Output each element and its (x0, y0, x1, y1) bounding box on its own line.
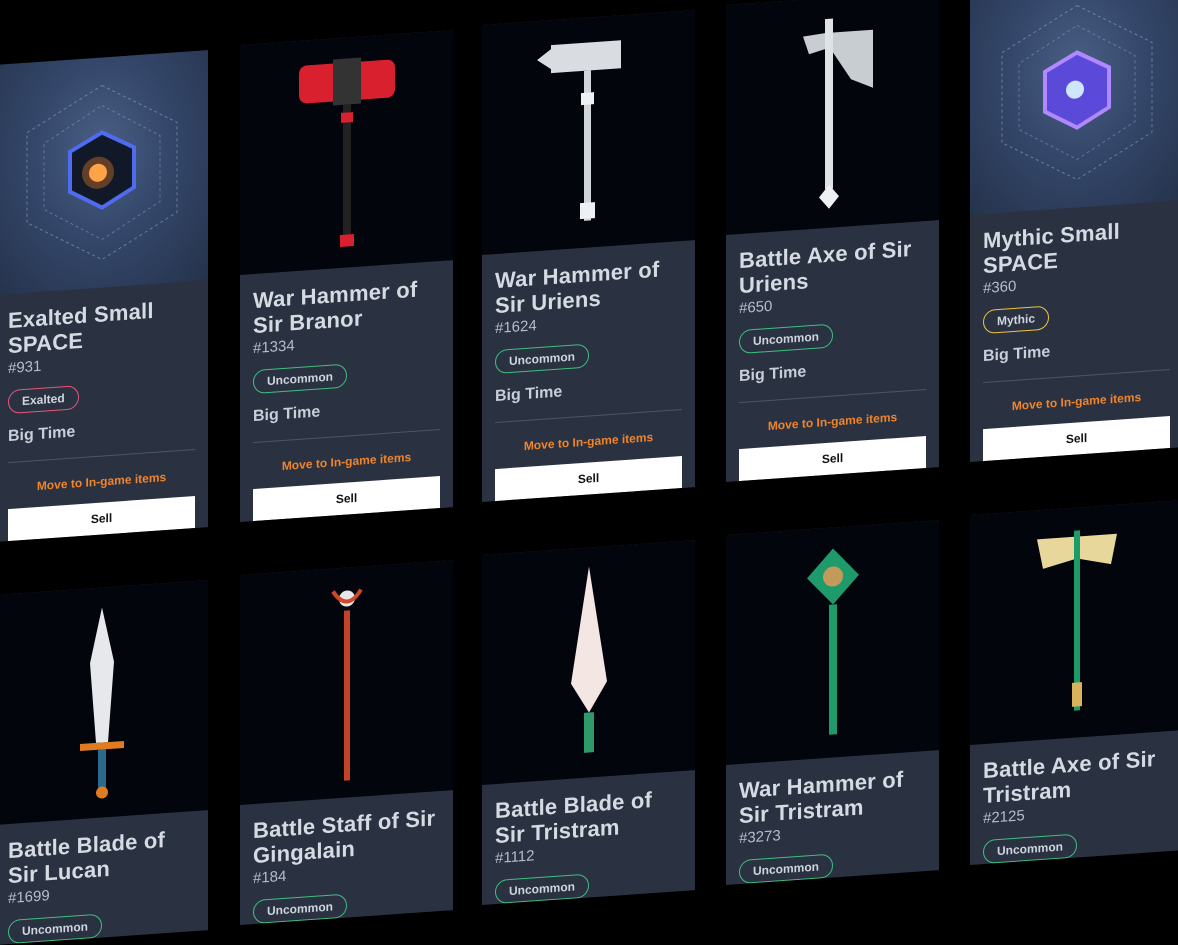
rarity-badge: Uncommon (8, 913, 102, 945)
game-name: Big Time (253, 403, 321, 426)
game-name: Big Time (739, 363, 807, 386)
move-to-in-game-link[interactable]: Move to In-game items (8, 468, 195, 495)
rarity-badge: Uncommon (253, 893, 347, 925)
inventory-grid: Exalted Small SPACE #931 Exalted Big Tim… (0, 0, 1178, 945)
item-art (726, 520, 939, 765)
white-blade-icon (570, 566, 607, 753)
divider (983, 369, 1170, 384)
space-cube-purple-icon (1001, 4, 1152, 181)
red-staff-icon (330, 588, 363, 781)
sell-button[interactable]: Sell (8, 496, 195, 542)
item-art (482, 10, 695, 255)
silver-sword-icon (79, 607, 124, 799)
item-card[interactable]: Battle Axe of Sir Tristram #2125 Uncommo… (970, 500, 1178, 865)
rarity-badge: Exalted (8, 385, 79, 415)
item-art (240, 560, 453, 805)
rarity-badge: Uncommon (739, 853, 833, 885)
item-art (0, 580, 208, 825)
item-art (482, 540, 695, 785)
divider (495, 409, 682, 424)
item-card[interactable]: Exalted Small SPACE #931 Exalted Big Tim… (0, 50, 208, 542)
item-art (0, 50, 208, 295)
move-to-in-game-link[interactable]: Move to In-game items (983, 388, 1170, 415)
silver-battle-axe-icon (802, 18, 873, 209)
rarity-badge: Uncommon (495, 343, 589, 375)
rarity-badge: Uncommon (253, 363, 347, 395)
rarity-badge: Uncommon (739, 323, 833, 355)
item-card[interactable]: Battle Blade of Sir Lucan #1699 Uncommon (0, 580, 208, 945)
green-war-hammer-icon (806, 548, 859, 735)
game-name: Big Time (495, 383, 563, 406)
sell-button[interactable]: Sell (983, 416, 1170, 462)
item-card[interactable]: War Hammer of Sir Uriens #1624 Uncommon … (482, 10, 695, 502)
space-cube-orange-icon (26, 84, 177, 261)
rarity-badge: Uncommon (495, 873, 589, 905)
item-card[interactable]: Battle Axe of Sir Uriens #650 Uncommon B… (726, 0, 939, 482)
silver-war-hammer-icon (536, 40, 621, 221)
item-card[interactable]: War Hammer of Sir Branor #1334 Uncommon … (240, 30, 453, 522)
red-war-hammer-icon (298, 57, 395, 248)
sell-button[interactable]: Sell (739, 436, 926, 482)
item-art (240, 30, 453, 275)
rarity-badge: Mythic (983, 305, 1050, 335)
divider (739, 389, 926, 404)
item-card[interactable]: Battle Blade of Sir Tristram #1112 Uncom… (482, 540, 695, 905)
move-to-in-game-link[interactable]: Move to In-game items (253, 448, 440, 475)
divider (8, 449, 195, 464)
sell-button[interactable]: Sell (253, 476, 440, 522)
item-art (726, 0, 939, 235)
item-card[interactable]: Mythic Small SPACE #360 Mythic Big Time … (970, 0, 1178, 462)
rarity-badge: Uncommon (983, 833, 1077, 865)
move-to-in-game-link[interactable]: Move to In-game items (739, 408, 926, 435)
divider (253, 429, 440, 444)
game-name: Big Time (8, 423, 76, 446)
item-card[interactable]: Battle Staff of Sir Gingalain #184 Uncom… (240, 560, 453, 925)
gold-battle-axe-icon (1036, 530, 1117, 711)
item-card[interactable]: War Hammer of Sir Tristram #3273 Uncommo… (726, 520, 939, 885)
sell-button[interactable]: Sell (495, 456, 682, 502)
item-art (970, 500, 1178, 745)
item-art (970, 0, 1178, 215)
game-name: Big Time (983, 343, 1051, 366)
move-to-in-game-link[interactable]: Move to In-game items (495, 428, 682, 455)
